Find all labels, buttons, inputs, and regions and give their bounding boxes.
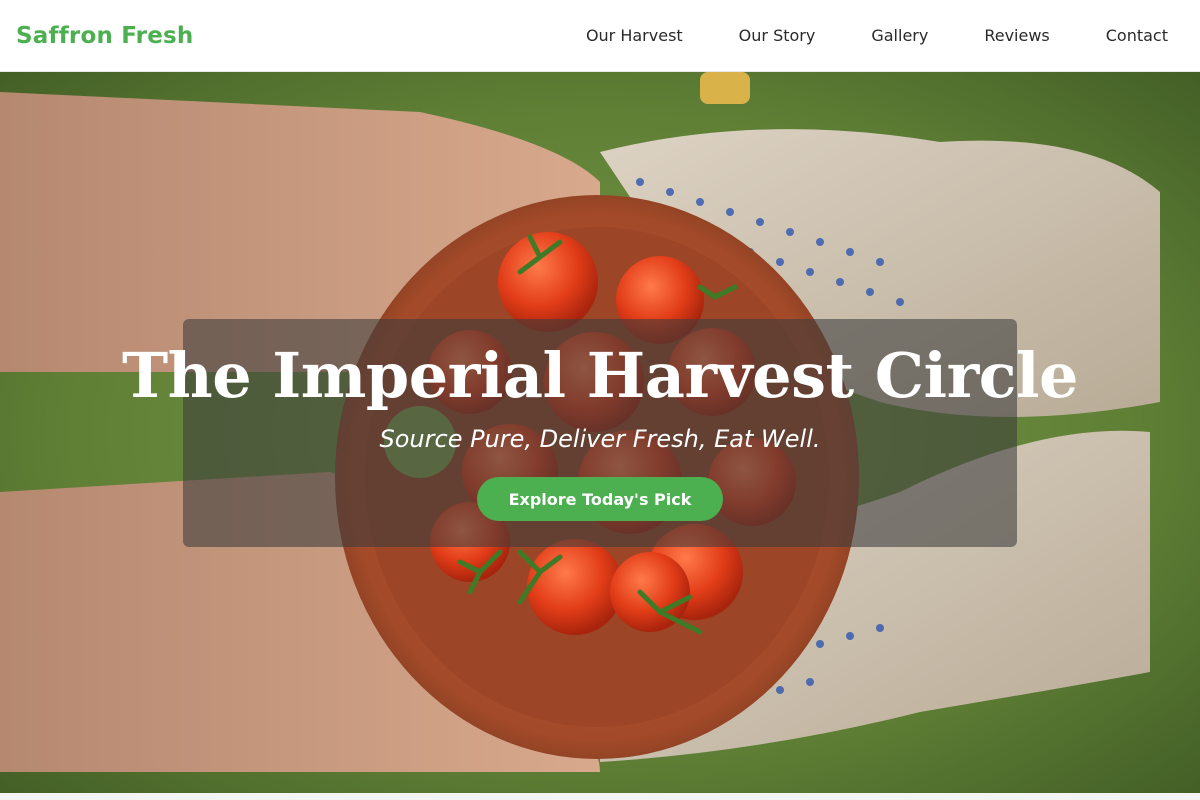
main-nav: Our Harvest Our Story Gallery Reviews Co… (530, 26, 1168, 45)
nav-link-our-harvest[interactable]: Our Harvest (586, 26, 683, 45)
nav-link-reviews[interactable]: Reviews (984, 26, 1049, 45)
nav-link-contact[interactable]: Contact (1106, 26, 1168, 45)
hero-overlay-card: The Imperial Harvest Circle Source Pure,… (122, 319, 1079, 547)
hero-subtitle: Source Pure, Deliver Fresh, Eat Well. (379, 425, 821, 453)
nav-link-our-story[interactable]: Our Story (739, 26, 816, 45)
section-divider (0, 793, 1200, 800)
explore-todays-pick-button[interactable]: Explore Today's Pick (476, 477, 724, 521)
hero-title: The Imperial Harvest Circle (122, 339, 1079, 412)
top-navbar: Saffron Fresh Our Harvest Our Story Gall… (0, 0, 1200, 72)
hero-section: The Imperial Harvest Circle Source Pure,… (0, 72, 1200, 793)
nav-link-gallery[interactable]: Gallery (871, 26, 928, 45)
brand-logo[interactable]: Saffron Fresh (16, 23, 193, 49)
